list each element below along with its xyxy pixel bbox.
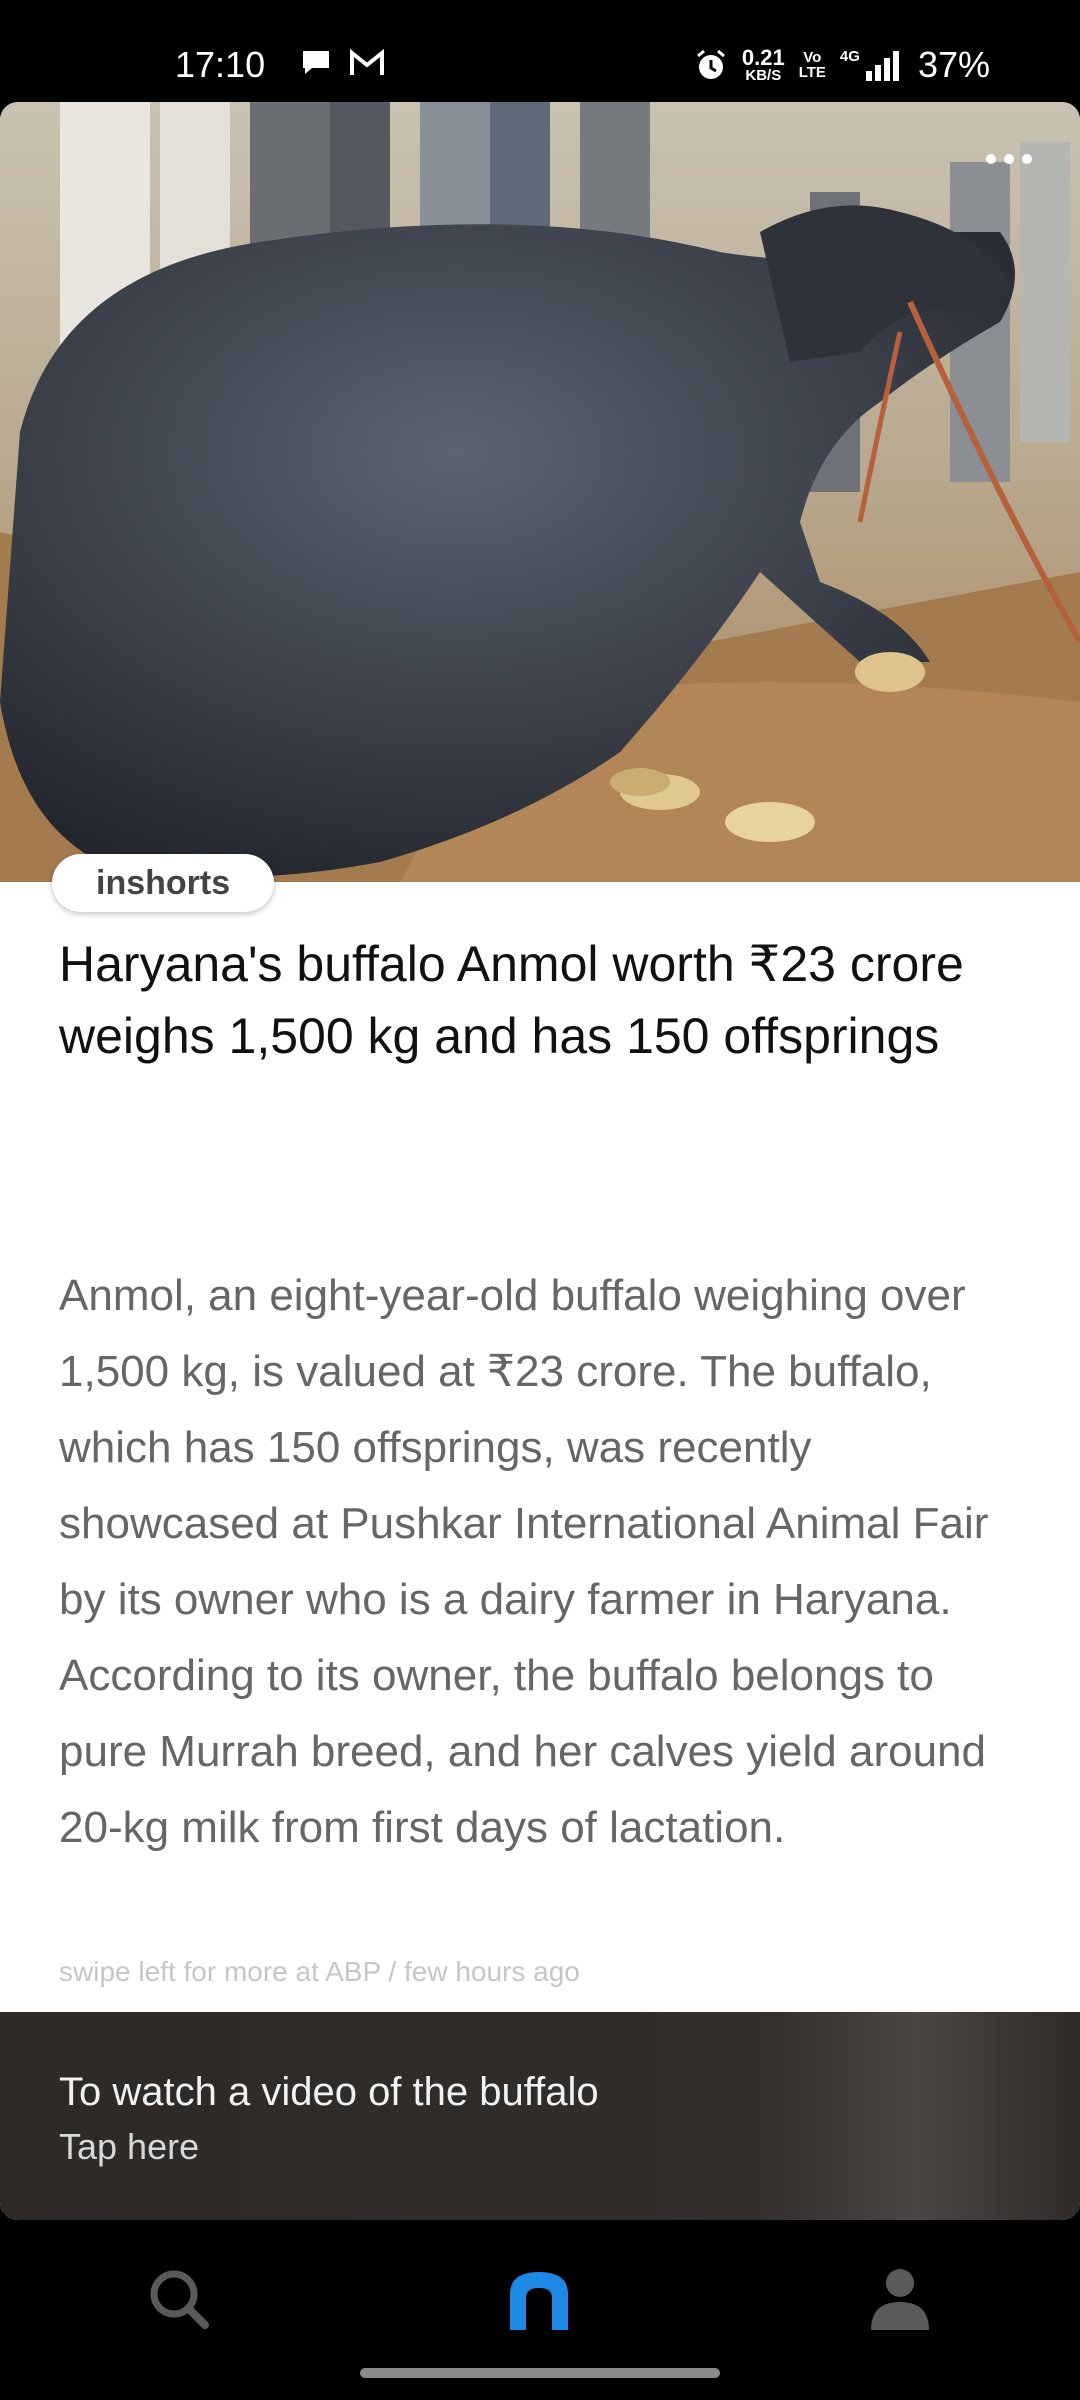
status-right: 0.21 KB/S Vo LTE 4G 37%: [694, 44, 990, 86]
search-button[interactable]: [134, 2254, 224, 2344]
more-options-icon[interactable]: [986, 154, 1032, 164]
notification-icons: [300, 48, 384, 78]
home-icon: [510, 2272, 568, 2330]
brand-badge: inshorts: [52, 854, 275, 912]
battery-level: 37%: [917, 44, 990, 85]
article-image[interactable]: [0, 102, 1080, 882]
promo-title: To watch a video of the buffalo: [59, 2070, 599, 2114]
chat-bubble-icon: [303, 51, 329, 74]
volte-top: Vo: [803, 49, 822, 66]
buffalo-photo: [0, 102, 1080, 882]
network-type: 4G: [839, 48, 860, 65]
profile-button[interactable]: [855, 2254, 945, 2344]
news-card[interactable]: inshorts Haryana's buffalo Anmol worth ₹…: [0, 102, 1080, 2220]
alarm-icon: [696, 49, 725, 79]
promo-subtitle: Tap here: [59, 2126, 200, 2167]
status-time: 17:10: [175, 44, 266, 85]
volte-bottom: LTE: [798, 64, 826, 81]
net-speed-value: 0.21: [741, 44, 785, 70]
home-indicator-bar[interactable]: [360, 2368, 720, 2378]
article-headline: Haryana's buffalo Anmol worth ₹23 crore …: [59, 936, 964, 1064]
status-bar: 17:10 0.21 KB/S Vo LTE 4G 37%: [0, 0, 1080, 102]
home-button[interactable]: [494, 2254, 584, 2344]
search-icon: [150, 2270, 209, 2329]
video-promo-banner[interactable]: To watch a video of the buffalo Tap here: [0, 2012, 1080, 2220]
signal-indicator: 4G: [840, 49, 904, 81]
signal-icon: [865, 51, 899, 81]
volte-badge: Vo LTE: [799, 50, 826, 80]
article-body: Anmol, an eight-year-old buffalo weighin…: [59, 1271, 989, 1852]
gmail-icon: [350, 49, 384, 75]
net-speed: 0.21 KB/S: [741, 44, 785, 84]
net-speed-unit: KB/S: [745, 66, 782, 84]
article-meta[interactable]: swipe left for more at ABP / few hours a…: [59, 1956, 580, 1988]
profile-icon: [871, 2269, 929, 2330]
